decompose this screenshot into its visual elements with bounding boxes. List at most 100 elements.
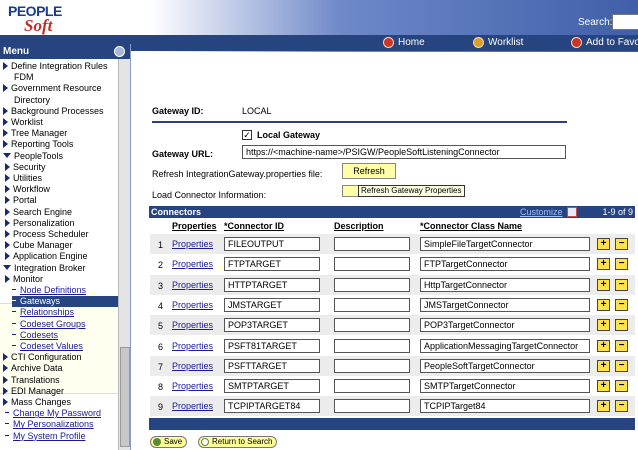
sidebar-item-tree-manager[interactable]: Tree Manager (3, 128, 67, 139)
sidebar-item-my-personalizations[interactable]: My Personalizations (5, 419, 94, 430)
connector-id-input[interactable]: FILEOUTPUT (224, 237, 320, 251)
gateway-url-input[interactable]: https://<machine-name>/PSIGW/PeopleSoftL… (242, 145, 566, 159)
delete-row-button[interactable]: − (615, 339, 628, 352)
description-input[interactable] (334, 338, 410, 353)
sidebar-item-cti-configuration[interactable]: CTI Configuration (3, 352, 82, 363)
connector-class-input[interactable]: SimpleFileTargetConnector (420, 237, 590, 251)
sidebar-item-government-resource[interactable]: Government Resource (3, 83, 102, 94)
col-header-connector-class[interactable]: *Connector Class Name (420, 221, 522, 231)
properties-link[interactable]: Properties (172, 341, 213, 351)
col-header-connector-id[interactable]: *Connector ID (224, 221, 284, 231)
col-header-description[interactable]: Description (334, 221, 384, 231)
connector-class-input[interactable]: SMTPTargetConnector (420, 379, 590, 394)
save-button[interactable]: Save (150, 436, 188, 448)
grid-view-icon[interactable] (566, 207, 577, 217)
properties-link[interactable]: Properties (172, 320, 213, 330)
add-row-button[interactable]: + (597, 359, 610, 372)
add-row-button[interactable]: + (597, 238, 610, 250)
sidebar-item-monitor[interactable]: Monitor (5, 274, 43, 285)
sidebar-item-process-scheduler[interactable]: Process Scheduler (5, 229, 89, 240)
connector-class-input[interactable]: JMSTargetConnector (420, 297, 590, 312)
connector-class-input[interactable]: FTPTargetConnector (420, 257, 590, 272)
sidebar-item-workflow[interactable]: Workflow (5, 184, 50, 195)
sidebar-item-translations[interactable]: Translations (3, 375, 60, 386)
add-row-button[interactable]: + (597, 258, 610, 271)
add-row-button[interactable]: + (597, 298, 610, 311)
delete-row-button[interactable]: − (615, 400, 628, 413)
connector-class-input[interactable]: TCPIPTarget84 (420, 399, 590, 414)
properties-link[interactable]: Properties (172, 259, 213, 269)
sidebar-item-peopletools[interactable]: PeopleTools (3, 151, 63, 162)
add-to-favorites-link[interactable]: Add to Favo (571, 37, 638, 48)
add-row-button[interactable]: + (597, 319, 610, 332)
sidebar-item-gateways[interactable]: Gateways (12, 296, 118, 308)
sidebar-item-relationships[interactable]: Relationships (12, 307, 74, 318)
connector-id-input[interactable]: POP3TARGET (224, 318, 320, 333)
description-input[interactable] (334, 318, 410, 333)
worklist-link[interactable]: Worklist (473, 37, 523, 48)
sidebar-item-cube-manager[interactable]: Cube Manager (5, 240, 73, 251)
sidebar-item-archive-data[interactable]: Archive Data (3, 363, 63, 374)
sidebar-item-codesets[interactable]: Codesets (12, 330, 58, 341)
search-input[interactable] (612, 14, 638, 30)
connector-id-input[interactable]: PSFTTARGET (224, 358, 320, 373)
sidebar-item-utilities[interactable]: Utilities (5, 173, 42, 184)
refresh-button[interactable]: Refresh (342, 163, 396, 179)
delete-row-button[interactable]: − (615, 359, 628, 372)
sidebar-item-my-system-profile[interactable]: My System Profile (5, 431, 86, 442)
sidebar-item-search-engine[interactable]: Search Engine (5, 207, 72, 218)
sidebar-item-reporting-tools[interactable]: Reporting Tools (3, 139, 73, 150)
properties-link[interactable]: Properties (172, 361, 213, 371)
delete-row-button[interactable]: − (615, 238, 628, 250)
local-gateway-checkbox[interactable]: ✓ (242, 130, 252, 140)
delete-row-button[interactable]: − (615, 319, 628, 332)
delete-row-button[interactable]: − (615, 278, 628, 291)
add-row-button[interactable]: + (597, 278, 610, 291)
connector-id-input[interactable]: HTTPTARGET (224, 277, 320, 292)
description-input[interactable] (334, 257, 410, 272)
sidebar-item-personalization[interactable]: Personalization (5, 218, 75, 229)
sidebar-item-change-my-password[interactable]: Change My Password (5, 408, 101, 419)
connector-id-input[interactable]: FTPTARGET (224, 257, 320, 272)
delete-row-button[interactable]: − (615, 380, 628, 393)
connector-class-input[interactable]: ApplicationMessagingTargetConnector (420, 338, 590, 353)
properties-link[interactable]: Properties (172, 401, 213, 411)
sidebar-item-codeset-values[interactable]: Codeset Values (12, 341, 83, 352)
properties-link[interactable]: Properties (172, 280, 213, 290)
description-input[interactable] (334, 379, 410, 394)
properties-link[interactable]: Properties (172, 239, 213, 249)
home-link[interactable]: Home (383, 37, 425, 48)
connector-class-input[interactable]: HttpTargetConnector (420, 277, 590, 292)
sidebar-item-background-processes[interactable]: Background Processes (3, 106, 104, 117)
description-input[interactable] (334, 358, 410, 373)
sidebar-item-application-engine[interactable]: Application Engine (5, 251, 88, 262)
connector-class-input[interactable]: POP3TargetConnector (420, 318, 590, 333)
connector-class-input[interactable]: PeopleSoftTargetConnector (420, 358, 590, 373)
sidebar-item-portal[interactable]: Portal (5, 195, 37, 206)
connector-id-input[interactable]: PSFT81TARGET (224, 338, 320, 353)
sidebar-item-security[interactable]: Security (5, 162, 46, 173)
delete-row-button[interactable]: − (615, 258, 628, 271)
description-input[interactable] (334, 399, 410, 414)
description-input[interactable] (334, 237, 410, 251)
collapse-menu-icon[interactable] (114, 46, 125, 57)
customize-link[interactable]: Customize (520, 207, 563, 217)
menu-scrollbar[interactable] (118, 59, 130, 450)
delete-row-button[interactable]: − (615, 298, 628, 311)
properties-link[interactable]: Properties (172, 300, 213, 310)
col-header-properties[interactable]: Properties (172, 221, 217, 231)
sidebar-item-mass-changes[interactable]: Mass Changes (3, 397, 71, 408)
sidebar-item-define-integration-rules[interactable]: Define Integration Rules (3, 61, 108, 72)
add-row-button[interactable]: + (597, 400, 610, 413)
connector-id-input[interactable]: JMSTARGET (224, 297, 320, 312)
connector-id-input[interactable]: TCPIPTARGET84 (224, 399, 320, 414)
sidebar-item-integration-broker[interactable]: Integration Broker (3, 263, 86, 274)
connector-id-input[interactable]: SMTPTARGET (224, 379, 320, 394)
description-input[interactable] (334, 277, 410, 292)
sidebar-item-node-definitions[interactable]: Node Definitions (12, 285, 86, 296)
sidebar-item-worklist[interactable]: Worklist (3, 117, 43, 128)
add-row-button[interactable]: + (597, 380, 610, 393)
sidebar-item-codeset-groups[interactable]: Codeset Groups (12, 319, 86, 330)
sidebar-item-edi-manager[interactable]: EDI Manager (3, 386, 64, 397)
add-row-button[interactable]: + (597, 339, 610, 352)
